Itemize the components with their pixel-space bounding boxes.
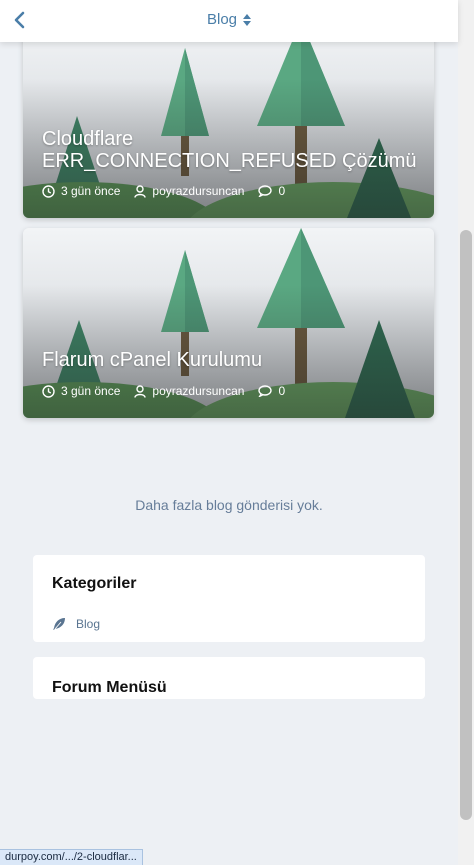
post-time-text: 3 gün önce [61, 184, 121, 198]
scrollbar-thumb[interactable] [460, 230, 472, 820]
post-title[interactable]: Flarum cPanel Kurulumu [42, 349, 424, 371]
post-comments: 0 [258, 184, 285, 198]
post-meta: 3 gün önce poyrazdursuncan 0 [42, 184, 299, 198]
blog-post-card[interactable]: Flarum cPanel Kurulumu 3 gün önce poyraz… [23, 228, 434, 418]
comment-icon [258, 185, 273, 197]
category-item-blog[interactable]: Blog [52, 617, 100, 631]
blog-post-card[interactable]: Cloudflare ERR_CONNECTION_REFUSED Çözümü… [23, 20, 434, 218]
post-comments-count: 0 [278, 384, 286, 398]
clock-icon [42, 384, 55, 398]
post-title[interactable]: Cloudflare ERR_CONNECTION_REFUSED Çözümü [42, 128, 424, 172]
post-comments: 0 [258, 384, 285, 398]
sort-icon [243, 13, 252, 26]
scrollbar-track[interactable] [458, 0, 474, 865]
category-label: Blog [76, 617, 101, 631]
forum-menu-widget: Forum Menüsü [33, 657, 425, 699]
post-author[interactable]: poyrazdursuncan [134, 384, 244, 398]
page-title: Blog [206, 11, 238, 28]
post-comments-count: 0 [278, 184, 286, 198]
page-title-dropdown[interactable]: Blog [0, 11, 458, 28]
status-bar-url: durpoy.com/.../2-cloudflar... [0, 849, 143, 865]
user-icon [134, 184, 147, 198]
forum-menu-heading: Forum Menüsü [52, 679, 167, 696]
post-meta: 3 gün önce poyrazdursuncan 0 [42, 384, 299, 398]
categories-widget: Kategoriler Blog [33, 555, 425, 642]
post-author-text: poyrazdursuncan [152, 184, 245, 198]
post-author-text: poyrazdursuncan [152, 384, 245, 398]
categories-heading: Kategoriler [52, 575, 137, 592]
comment-icon [258, 385, 273, 397]
feather-icon [53, 618, 65, 630]
post-time: 3 gün önce [42, 184, 120, 198]
post-time: 3 gün önce [42, 384, 120, 398]
clock-icon [42, 184, 55, 198]
post-time-text: 3 gün önce [61, 384, 121, 398]
top-bar: Blog [0, 0, 458, 42]
no-more-posts-text: Daha fazla blog gönderisi yok. [135, 497, 323, 513]
user-icon [134, 384, 147, 398]
post-author[interactable]: poyrazdursuncan [134, 184, 244, 198]
